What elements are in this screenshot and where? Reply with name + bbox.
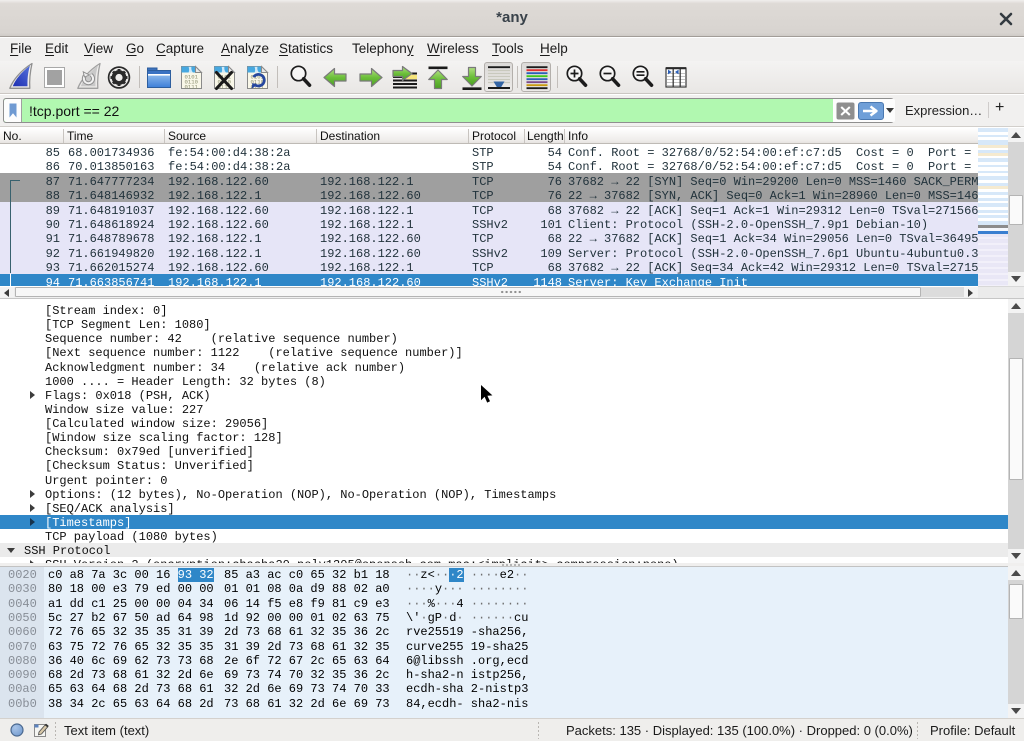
svg-text:0111: 0111 bbox=[185, 84, 199, 91]
